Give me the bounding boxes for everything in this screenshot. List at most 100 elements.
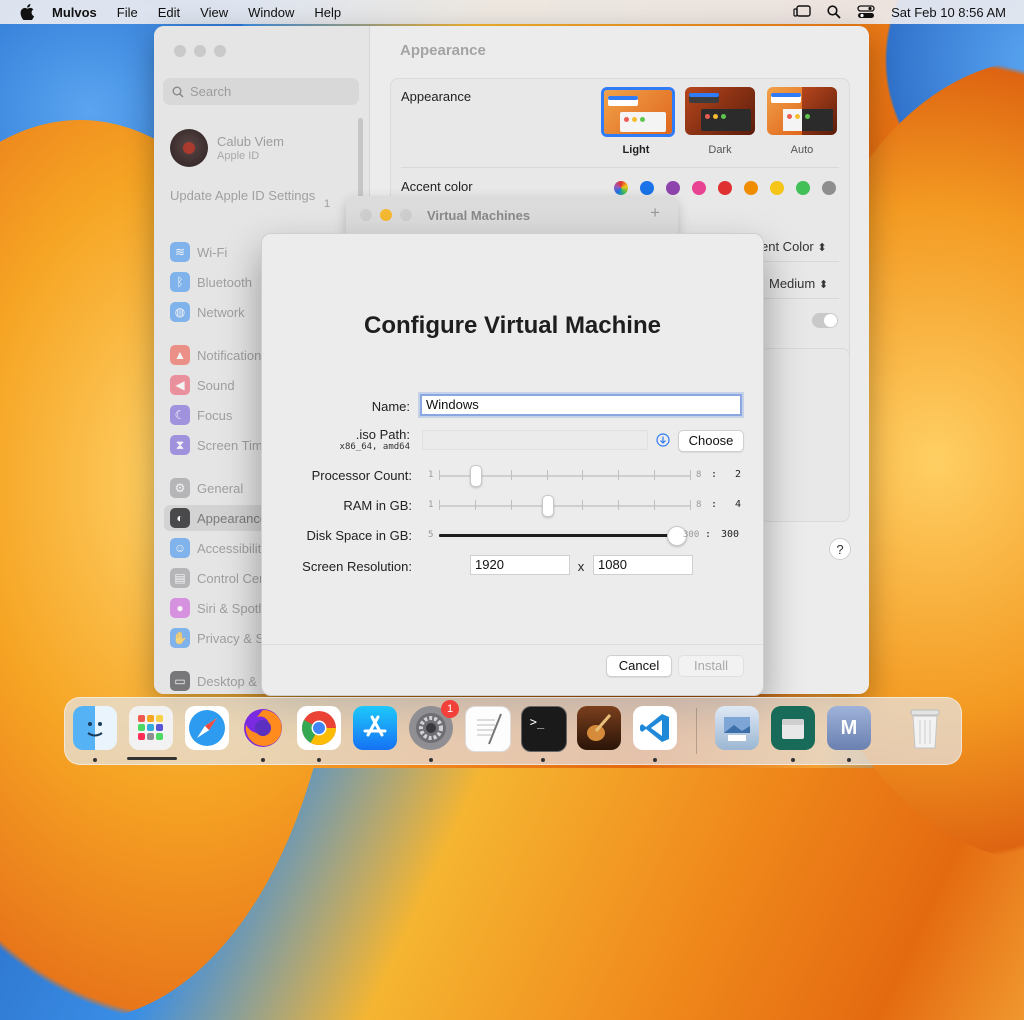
window-controls [360,209,412,221]
slider-tick [439,500,440,510]
safari-icon[interactable] [185,706,229,750]
accent-orange-swatch[interactable] [744,181,758,195]
apple-menu-icon[interactable] [20,4,34,20]
launchpad-icon[interactable] [129,706,173,750]
speaker-icon: ◀ [170,375,190,395]
stage-manager-icon[interactable] [793,5,811,19]
ram-label: RAM in GB: [343,498,412,513]
minimize-button[interactable] [194,45,206,57]
search-field[interactable]: Search [163,78,359,105]
menu-edit[interactable]: Edit [158,5,180,20]
appearance-light-label: Light [622,144,650,156]
processor-colon: : [711,469,718,480]
slider-tick [654,500,655,510]
help-button[interactable]: ? [829,538,851,560]
resolution-width-field[interactable]: 1920 [470,555,570,575]
dock: 1 >_ M [64,697,962,765]
update-apple-id-item[interactable]: Update Apple ID Settings [170,188,320,204]
moon-icon: ☾ [170,405,190,425]
accent-green-swatch[interactable] [796,181,810,195]
accent-pink-swatch[interactable] [692,181,706,195]
firefox-icon[interactable] [241,706,285,750]
sidebar-item-label: Appearance [197,510,268,526]
archive-utility-icon[interactable] [771,706,815,750]
appearance-auto-label: Auto [790,144,814,156]
system-settings-icon[interactable]: 1 [409,700,459,750]
download-icon[interactable] [656,433,670,447]
terminal-icon[interactable]: >_ [521,706,567,752]
wallpaper-tinting-toggle[interactable] [812,313,838,328]
menu-help[interactable]: Help [314,5,341,20]
trash-icon[interactable] [903,706,947,750]
apple-id-profile[interactable]: Calub Viem Apple ID [170,129,284,167]
menu-app-name[interactable]: Mulvos [52,5,97,20]
disk-space-label: Disk Space in GB: [306,528,413,543]
bluetooth-icon: ᛒ [170,272,190,292]
resolution-x-label: x [577,559,585,574]
processor-slider[interactable] [439,465,691,487]
disk-colon: : [705,529,712,540]
slider-tick [475,500,476,510]
slider-tick [690,470,691,480]
choose-button[interactable]: Choose [678,430,744,452]
sidebar-item-label: Sound [197,377,235,393]
instruments-icon[interactable] [577,706,621,750]
accent-blue-swatch[interactable] [640,181,654,195]
minimize-button[interactable] [380,209,392,221]
iso-arch-label: x86_64, amd64 [339,442,410,452]
menu-datetime[interactable]: Sat Feb 10 8:56 AM [891,5,1006,20]
close-button[interactable] [174,45,186,57]
iso-path-field[interactable] [422,430,648,450]
ram-slider[interactable] [439,495,691,517]
menu-view[interactable]: View [200,5,228,20]
preview-icon[interactable] [715,706,759,750]
sidebar-item-label: Notifications [197,347,268,363]
appearance-icon: ◐ [170,508,190,528]
slider-tick [582,470,583,480]
popup-chevron-icon: ⬍ [818,279,829,291]
sidebar-item-label: Network [197,304,245,320]
app-store-icon[interactable] [353,706,397,750]
close-button[interactable] [360,209,372,221]
update-count-badge: 1 [324,198,331,210]
resolution-height-field[interactable]: 1080 [593,555,693,575]
install-button[interactable]: Install [678,655,744,677]
zoom-button[interactable] [400,209,412,221]
appearance-dark-option[interactable] [685,87,755,135]
vscode-icon[interactable] [633,706,677,750]
slider-knob[interactable] [470,465,482,487]
disk-max: 300 [683,530,700,540]
sidebar-item-label: General [197,480,244,496]
ram-min: 1 [428,500,434,510]
textedit-icon[interactable] [465,706,511,752]
appearance-light-option[interactable] [601,87,675,137]
accent-graphite-swatch[interactable] [822,181,836,195]
gear-icon: ⚙ [170,478,190,498]
menu-file[interactable]: File [117,5,138,20]
add-vm-button[interactable]: + [650,203,660,223]
zoom-button[interactable] [214,45,226,57]
scroll-panel [760,348,850,522]
menu-window[interactable]: Window [248,5,294,20]
chrome-icon[interactable] [297,706,341,750]
name-field[interactable]: Windows [420,394,742,416]
accent-purple-swatch[interactable] [666,181,680,195]
running-indicator [317,758,321,762]
control-centre-icon[interactable] [857,5,875,19]
slider-knob[interactable] [542,495,554,517]
sidebar-icon-size-popup[interactable]: Medium ⬍ [769,276,828,291]
mulvos-app-icon[interactable]: M [827,706,871,750]
accent-red-swatch[interactable] [718,181,732,195]
spotlight-icon[interactable] [827,5,841,19]
appearance-auto-option[interactable] [767,87,837,135]
notification-badge: 1 [441,700,459,718]
accent-yellow-swatch[interactable] [770,181,784,195]
running-indicator [847,758,851,762]
ram-value: 4 [735,499,742,510]
accent-multicolor-swatch[interactable] [614,181,628,195]
cancel-button[interactable]: Cancel [606,655,672,677]
highlight-color-popup[interactable]: ent Color ⬍ [761,239,827,254]
finder-icon[interactable] [73,706,117,750]
dock-separator [696,708,697,754]
disk-slider[interactable] [439,526,687,546]
